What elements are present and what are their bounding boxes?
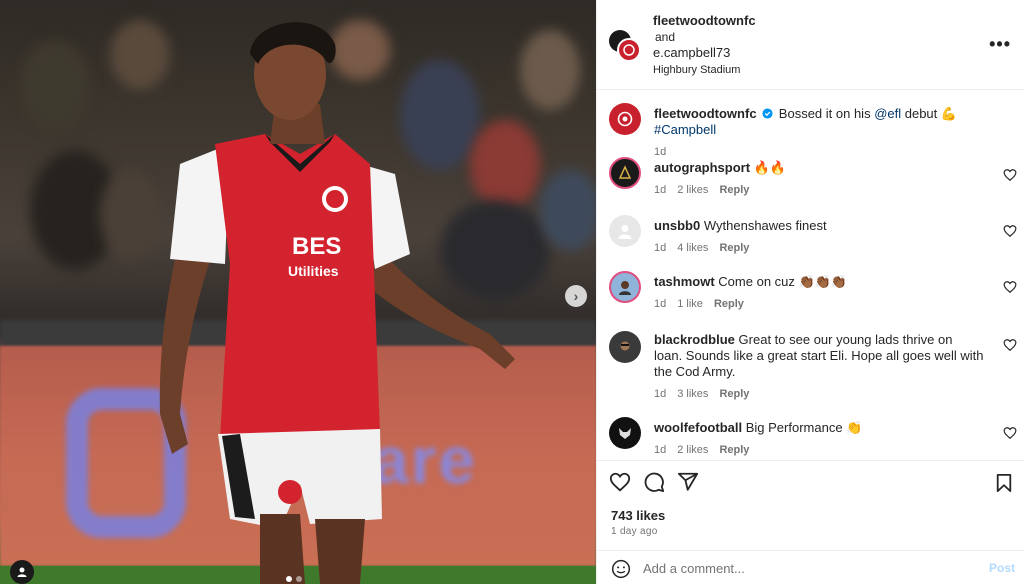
comment-username[interactable]: tashmowt [654,274,715,289]
reply-button[interactable]: Reply [719,184,749,196]
comment-time[interactable]: 1d [654,184,666,196]
comment-meta: 1d 3 likes Reply [654,386,984,402]
avatar[interactable] [609,417,641,449]
carousel-dot-active [286,576,292,582]
collab-username[interactable]: e.campbell73 [653,45,756,61]
caption-text-tail: debut 💪 [901,106,958,121]
author-username[interactable]: fleetwoodtownfc [653,13,756,29]
comment-body: tashmowt Come on cuz 👏🏾👏🏾👏🏾 1d 1 like Repl… [654,274,984,312]
post-location[interactable]: Highbury Stadium [653,62,756,78]
comment-meta: 1d 2 likes Reply [654,182,984,198]
bookmark-icon[interactable] [995,473,1013,493]
comment-time[interactable]: 1d [654,388,666,400]
post-actions: 743 likes 1 day ago [597,460,1024,550]
comment-likes[interactable]: 3 likes [677,388,708,400]
carousel-dot [296,576,302,582]
more-options-icon[interactable]: ••• [989,34,1011,55]
tagged-users-button[interactable] [10,560,34,584]
verified-badge-icon [762,108,773,119]
comment-likes[interactable]: 2 likes [677,184,708,196]
emoji-icon[interactable] [611,559,631,579]
post-dialog: nCare BES Utilities [0,0,1024,584]
club-crest-icon [623,44,635,56]
action-icons [609,471,699,493]
reply-button[interactable]: Reply [719,242,749,254]
add-comment-bar: Post [597,550,1024,584]
caption-text: Bossed it on his [778,106,875,121]
user-tag-icon [17,567,27,577]
caption-mention-link[interactable]: @efl [874,106,901,121]
avatar[interactable] [609,215,641,247]
comment-body: woolfefootball Big Performance 👏 1d 2 lik… [654,420,984,458]
comment-username[interactable]: autographsport [654,160,750,175]
avatar[interactable] [609,271,641,303]
player-figure: BES Utilities [159,22,515,584]
caption-body: fleetwoodtownfc Bossed it on his @efl de… [654,106,984,160]
comment-meta: 1d 1 like Reply [654,296,984,312]
save-button[interactable] [995,473,1013,493]
comment-time[interactable]: 1d [654,242,666,254]
default-avatar-icon [618,225,632,239]
comment-likes[interactable]: 2 likes [677,444,708,456]
share-icon[interactable] [677,471,699,493]
comment-time[interactable]: 1d [654,444,666,456]
comments-list[interactable]: fleetwoodtownfc Bossed it on his @efl de… [597,91,1024,460]
user-photo-icon [620,341,630,351]
svg-text:BES: BES [292,233,341,260]
reply-button[interactable]: Reply [719,388,749,400]
caption-hashtag-link[interactable]: #Campbell [654,122,716,137]
post-side-panel: fleetwoodtownfc and e.campbell73 Highbur… [596,0,1024,584]
comment-text: Wythenshawes finest [703,218,827,233]
comment-like-heart-icon[interactable] [1003,338,1017,352]
comment-text: Come on cuz 👏🏾👏🏾👏🏾 [718,274,848,289]
caption-meta: 1d [654,144,984,160]
comment-body: autographsport 🔥🔥 1d 2 likes Reply [654,160,984,198]
comment-username[interactable]: woolfefootball [654,420,742,435]
comment-icon[interactable] [643,471,665,493]
comment-text: Big Performance 👏 [745,420,863,435]
comment-likes[interactable]: 1 like [677,298,703,310]
comment-meta: 1d 4 likes Reply [654,240,984,256]
wolf-logo-icon [619,428,631,439]
comment-text: 🔥🔥 [753,160,787,175]
collab-joiner: and [655,30,676,44]
comment-like-heart-icon[interactable] [1003,280,1017,294]
avatar[interactable] [617,38,641,62]
autograph-logo-icon [618,165,632,179]
comment-username[interactable]: unsbb0 [654,218,700,233]
post-timestamp[interactable]: 1 day ago [611,526,658,537]
caption-username[interactable]: fleetwoodtownfc [654,106,757,121]
next-photo-button[interactable]: › [565,285,587,307]
reply-button[interactable]: Reply [719,444,749,456]
post-header: fleetwoodtownfc and e.campbell73 Highbur… [597,0,1024,90]
heart-icon[interactable] [609,471,631,493]
caption-time[interactable]: 1d [654,146,666,158]
user-photo-icon [619,281,631,295]
avatar[interactable] [609,103,641,135]
avatar[interactable] [609,157,641,189]
comment-like-heart-icon[interactable] [1003,224,1017,238]
carousel-indicator [286,576,302,582]
post-author-info: fleetwoodtownfc and e.campbell73 Highbur… [653,13,756,78]
comment-username[interactable]: blackrodblue [654,332,735,347]
post-photo[interactable]: nCare BES Utilities [0,0,596,584]
comment-like-heart-icon[interactable] [1003,168,1017,182]
avatar[interactable] [609,331,641,363]
comment-like-heart-icon[interactable] [1003,426,1017,440]
svg-text:Utilities: Utilities [288,263,339,279]
collab-avatars[interactable] [609,30,643,62]
comment-likes[interactable]: 4 likes [677,242,708,254]
comment-body: unsbb0 Wythenshawes finest 1d 4 likes Repl… [654,218,984,256]
comment-meta: 1d 2 likes Reply [654,442,984,458]
comment-input[interactable] [643,558,973,578]
comment-body: blackrodblue Great to see our young lads… [654,332,984,402]
comment-time[interactable]: 1d [654,298,666,310]
reply-button[interactable]: Reply [714,298,744,310]
likes-count[interactable]: 743 likes [611,508,665,523]
club-crest-icon [617,111,633,127]
post-comment-button[interactable]: Post [989,561,1015,575]
